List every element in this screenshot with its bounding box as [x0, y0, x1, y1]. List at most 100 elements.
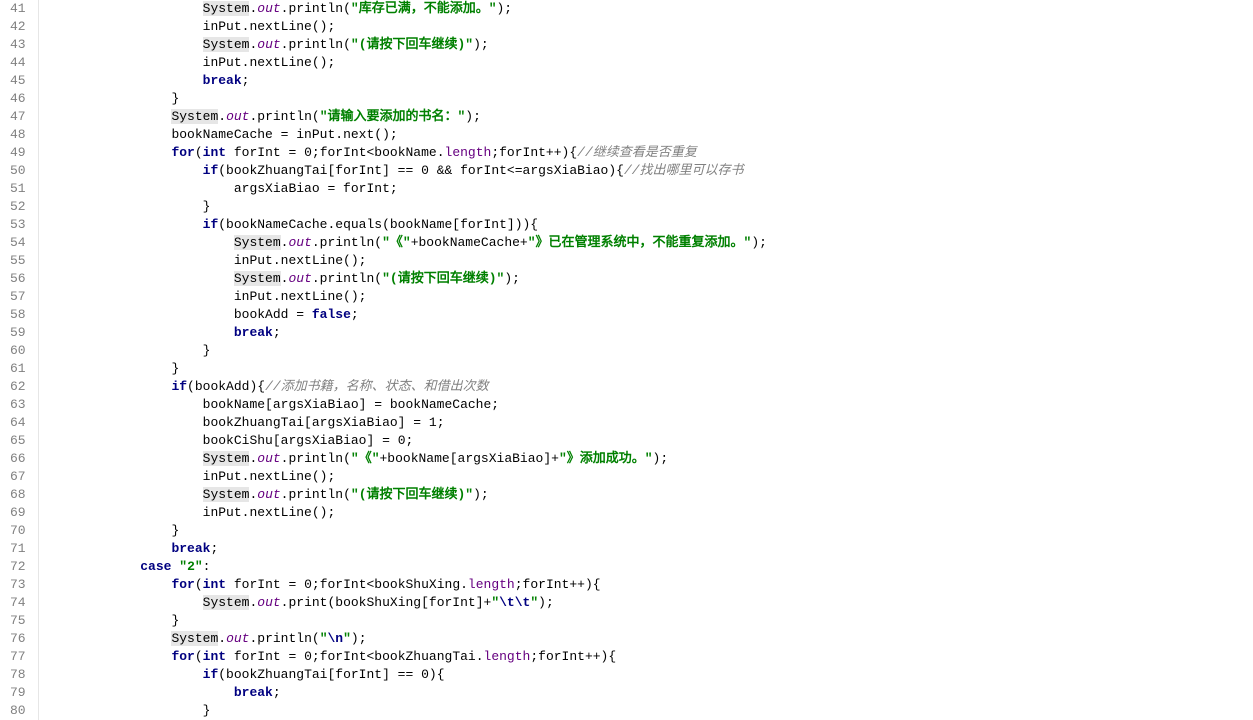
- code-line[interactable]: if(bookZhuangTai[forInt] == 0 && forInt<…: [47, 162, 767, 180]
- token-kw: for: [171, 577, 194, 592]
- token-plain: ): [429, 667, 437, 682]
- token-cls: System: [203, 487, 250, 502]
- token-kw: int: [203, 145, 226, 160]
- code-line[interactable]: argsXiaBiao = forInt;: [47, 180, 767, 198]
- code-area[interactable]: System.out.println("库存已满，不能添加。"); inPut.…: [39, 0, 767, 720]
- line-number: 71: [10, 540, 26, 558]
- code-line[interactable]: for(int forInt = 0;forInt<bookShuXing.le…: [47, 576, 767, 594]
- token-kw: if: [203, 217, 219, 232]
- code-editor[interactable]: 4142434445464748495051525354555657585960…: [0, 0, 767, 720]
- code-line[interactable]: break;: [47, 72, 767, 90]
- token-plain: bookName[argsXiaBiao] = bookNameCache;: [203, 397, 499, 412]
- code-line[interactable]: break;: [47, 540, 767, 558]
- token-stat: out: [288, 271, 311, 286]
- token-plain: ;forInt++){: [491, 145, 577, 160]
- code-line[interactable]: }: [47, 90, 767, 108]
- line-number: 44: [10, 54, 26, 72]
- token-stat: out: [257, 487, 280, 502]
- code-line[interactable]: bookCiShu[argsXiaBiao] = 0;: [47, 432, 767, 450]
- code-line[interactable]: case "2":: [47, 558, 767, 576]
- token-str: "(请按下回车继续)": [351, 487, 473, 502]
- token-plain: (bookNameCache.equals(bookName[forInt]))…: [218, 217, 538, 232]
- token-plain: }: [171, 361, 179, 376]
- line-number: 64: [10, 414, 26, 432]
- code-line[interactable]: System.out.print(bookShuXing[forInt]+"\t…: [47, 594, 767, 612]
- code-line[interactable]: bookName[argsXiaBiao] = bookNameCache;: [47, 396, 767, 414]
- code-line[interactable]: break;: [47, 324, 767, 342]
- line-number: 54: [10, 234, 26, 252]
- code-line[interactable]: }: [47, 198, 767, 216]
- token-plain: );: [653, 451, 669, 466]
- line-number: 61: [10, 360, 26, 378]
- token-plain: }: [171, 91, 179, 106]
- token-plain: (bookAdd){: [187, 379, 265, 394]
- token-plain: forInt =: [226, 649, 304, 664]
- code-line[interactable]: System.out.println("请输入要添加的书名：");: [47, 108, 767, 126]
- token-cls: System: [171, 631, 218, 646]
- token-plain: }: [203, 703, 211, 718]
- code-line[interactable]: inPut.nextLine();: [47, 288, 767, 306]
- token-kw: case: [140, 559, 171, 574]
- code-line[interactable]: }: [47, 522, 767, 540]
- token-cls: System: [234, 235, 281, 250]
- code-line[interactable]: if(bookZhuangTai[forInt] == 0){: [47, 666, 767, 684]
- token-str: ": [320, 631, 328, 646]
- line-number: 43: [10, 36, 26, 54]
- line-number: 70: [10, 522, 26, 540]
- code-line[interactable]: }: [47, 612, 767, 630]
- token-str: ": [343, 631, 351, 646]
- token-plain: ;forInt<bookZhuangTai.: [312, 649, 484, 664]
- line-number: 79: [10, 684, 26, 702]
- code-line[interactable]: System.out.println("《"+bookNameCache+"》已…: [47, 234, 767, 252]
- code-line[interactable]: if(bookAdd){//添加书籍，名称、状态、和借出次数: [47, 378, 767, 396]
- code-line[interactable]: System.out.println("库存已满，不能添加。");: [47, 0, 767, 18]
- token-stat: out: [288, 235, 311, 250]
- code-line[interactable]: bookZhuangTai[argsXiaBiao] = 1;: [47, 414, 767, 432]
- code-line[interactable]: break;: [47, 684, 767, 702]
- line-number: 78: [10, 666, 26, 684]
- token-cls: System: [203, 595, 250, 610]
- token-plain: }: [171, 523, 179, 538]
- code-line[interactable]: }: [47, 360, 767, 378]
- code-line[interactable]: for(int forInt = 0;forInt<bookName.lengt…: [47, 144, 767, 162]
- token-plain: .print(bookShuXing[forInt]+: [281, 595, 492, 610]
- token-plain: (: [195, 145, 203, 160]
- code-line[interactable]: bookAdd = false;: [47, 306, 767, 324]
- code-line[interactable]: if(bookNameCache.equals(bookName[forInt]…: [47, 216, 767, 234]
- line-number: 46: [10, 90, 26, 108]
- code-line[interactable]: System.out.println("(请按下回车继续)");: [47, 270, 767, 288]
- token-kw: break: [234, 325, 273, 340]
- line-number: 76: [10, 630, 26, 648]
- code-line[interactable]: System.out.println("(请按下回车继续)");: [47, 36, 767, 54]
- code-line[interactable]: inPut.nextLine();: [47, 252, 767, 270]
- token-plain: ;forInt<bookName.: [312, 145, 445, 160]
- code-line[interactable]: System.out.println("《"+bookName[argsXiaB…: [47, 450, 767, 468]
- code-line[interactable]: inPut.nextLine();: [47, 468, 767, 486]
- line-number: 69: [10, 504, 26, 522]
- code-line[interactable]: }: [47, 342, 767, 360]
- code-line[interactable]: inPut.nextLine();: [47, 54, 767, 72]
- token-plain: inPut.nextLine();: [203, 469, 336, 484]
- code-line[interactable]: inPut.nextLine();: [47, 18, 767, 36]
- token-stat: out: [257, 595, 280, 610]
- token-plain: }: [203, 343, 211, 358]
- token-stat: out: [257, 451, 280, 466]
- token-plain: );: [751, 235, 767, 250]
- token-fld: length: [445, 145, 492, 160]
- token-plain: );: [504, 271, 520, 286]
- line-number: 60: [10, 342, 26, 360]
- code-line[interactable]: bookNameCache = inPut.next();: [47, 126, 767, 144]
- line-number: 55: [10, 252, 26, 270]
- token-plain: 0: [304, 577, 312, 592]
- token-com: //继续查看是否重复: [577, 145, 697, 160]
- code-line[interactable]: System.out.println("(请按下回车继续)");: [47, 486, 767, 504]
- line-number: 53: [10, 216, 26, 234]
- token-plain: );: [465, 109, 481, 124]
- code-line[interactable]: System.out.println("\n");: [47, 630, 767, 648]
- token-plain: ;forInt<bookShuXing.: [312, 577, 468, 592]
- code-line[interactable]: inPut.nextLine();: [47, 504, 767, 522]
- line-number: 63: [10, 396, 26, 414]
- code-line[interactable]: }: [47, 702, 767, 720]
- token-kw: if: [203, 667, 219, 682]
- code-line[interactable]: for(int forInt = 0;forInt<bookZhuangTai.…: [47, 648, 767, 666]
